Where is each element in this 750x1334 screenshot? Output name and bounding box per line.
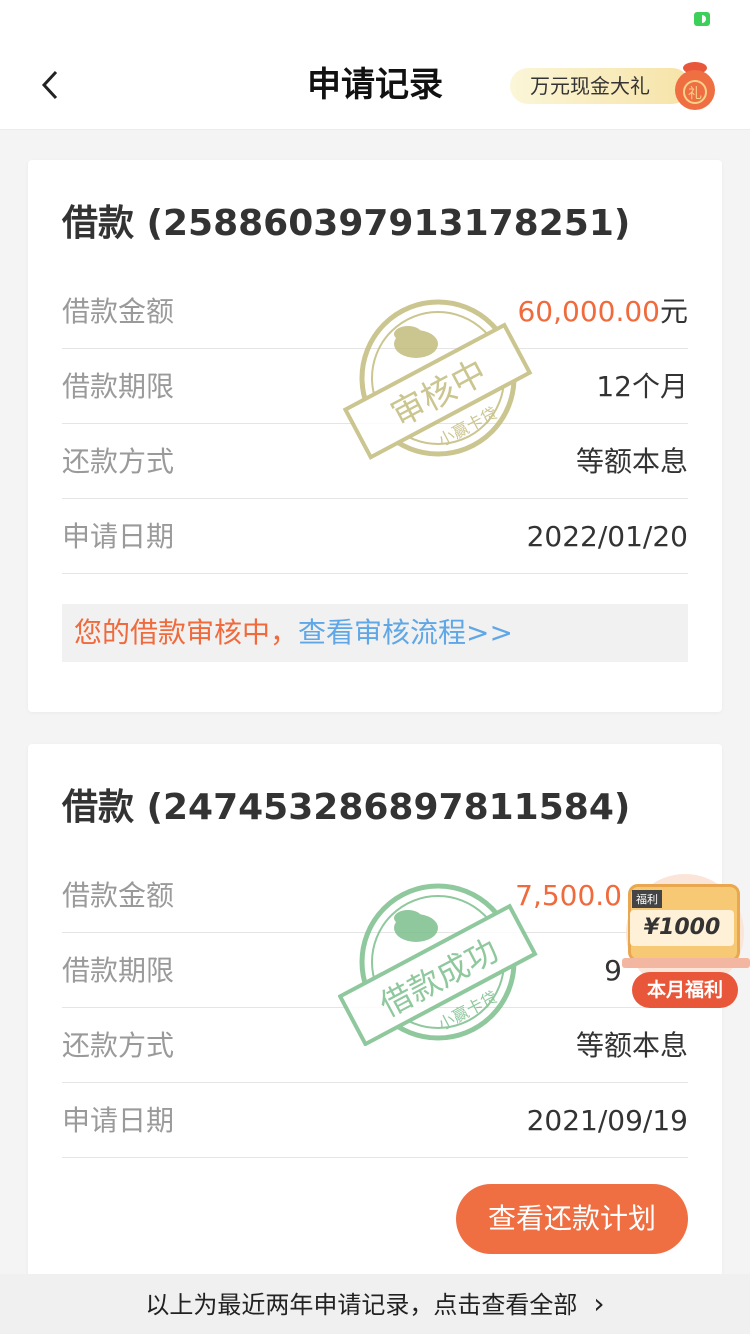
loan-amount-value: 60,000.00 [517,295,660,328]
application-date-row: 申请日期 2021/09/19 [62,1083,688,1158]
row-label: 借款金额 [62,295,175,328]
loan-amount-row: 借款金额 60,000.00元 [62,274,688,349]
loan-record-card: 借款 (247453286897811584) 借款金额 7,500.0 借款期… [28,744,722,1284]
benefit-tag: 福利 [632,890,662,908]
benefit-amount: ¥1000 [630,910,734,946]
repayment-method-row: 还款方式 等额本息 [62,1008,688,1083]
navigation-bar: 申请记录 万元现金大礼 礼 [0,40,750,130]
row-label: 借款期限 [62,370,175,403]
view-all-records-footer[interactable]: 以上为最近两年申请记录，点击查看全部 › [0,1274,750,1334]
row-value: 7,500.0 [515,858,622,933]
view-repayment-plan-button[interactable]: 查看还款计划 [456,1184,688,1254]
view-review-process-link[interactable]: 查看审核流程>> [298,616,513,649]
row-label: 借款期限 [62,954,175,987]
loan-record-title: 借款 (247453286897811584) [62,787,631,828]
currency-unit: 元 [659,295,688,328]
row-value: 等额本息 [575,1029,688,1062]
row-value: 9 [604,954,622,987]
cash-gift-promo-button[interactable]: 万元现金大礼 礼 [510,62,720,110]
review-status-text: 您的借款审核中， [74,616,299,649]
benefit-label: 本月福利 [632,972,738,1008]
loan-amount-row: 借款金额 7,500.0 [62,858,688,933]
gift-bag-icon: 礼 [675,62,715,110]
row-label: 借款金额 [62,879,175,912]
benefit-shelf [622,958,750,968]
row-label: 申请日期 [62,520,175,553]
review-status-notice: 您的借款审核中，查看审核流程>> [62,604,688,662]
monthly-benefit-widget[interactable]: 福利 ¥1000 本月福利 [622,874,750,1008]
row-label: 还款方式 [62,1029,175,1062]
row-value: 60,000.00元 [517,274,688,349]
row-value: 等额本息 [575,445,688,478]
loan-record-title: 借款 (258860397913178251) [62,203,631,244]
loan-term-row: 借款期限 9 [62,933,688,1008]
row-label: 还款方式 [62,445,175,478]
footer-text: 以上为最近两年申请记录，点击查看全部 [145,1291,578,1319]
row-value: 2022/01/20 [526,520,688,553]
application-date-row: 申请日期 2022/01/20 [62,499,688,574]
loan-record-card: 借款 (258860397913178251) 借款金额 60,000.00元 … [28,160,722,712]
chevron-right-icon: › [593,1287,605,1320]
status-bar [0,0,750,40]
battery-icon [694,12,710,26]
promo-label: 万元现金大礼 [510,68,690,104]
row-value: 2021/09/19 [526,1104,688,1137]
loan-term-row: 借款期限 12个月 [62,349,688,424]
gift-bag-char: 礼 [688,86,702,102]
row-label: 申请日期 [62,1104,175,1137]
repayment-method-row: 还款方式 等额本息 [62,424,688,499]
row-value: 12个月 [596,370,688,403]
loan-amount-value: 7,500.0 [515,879,622,912]
